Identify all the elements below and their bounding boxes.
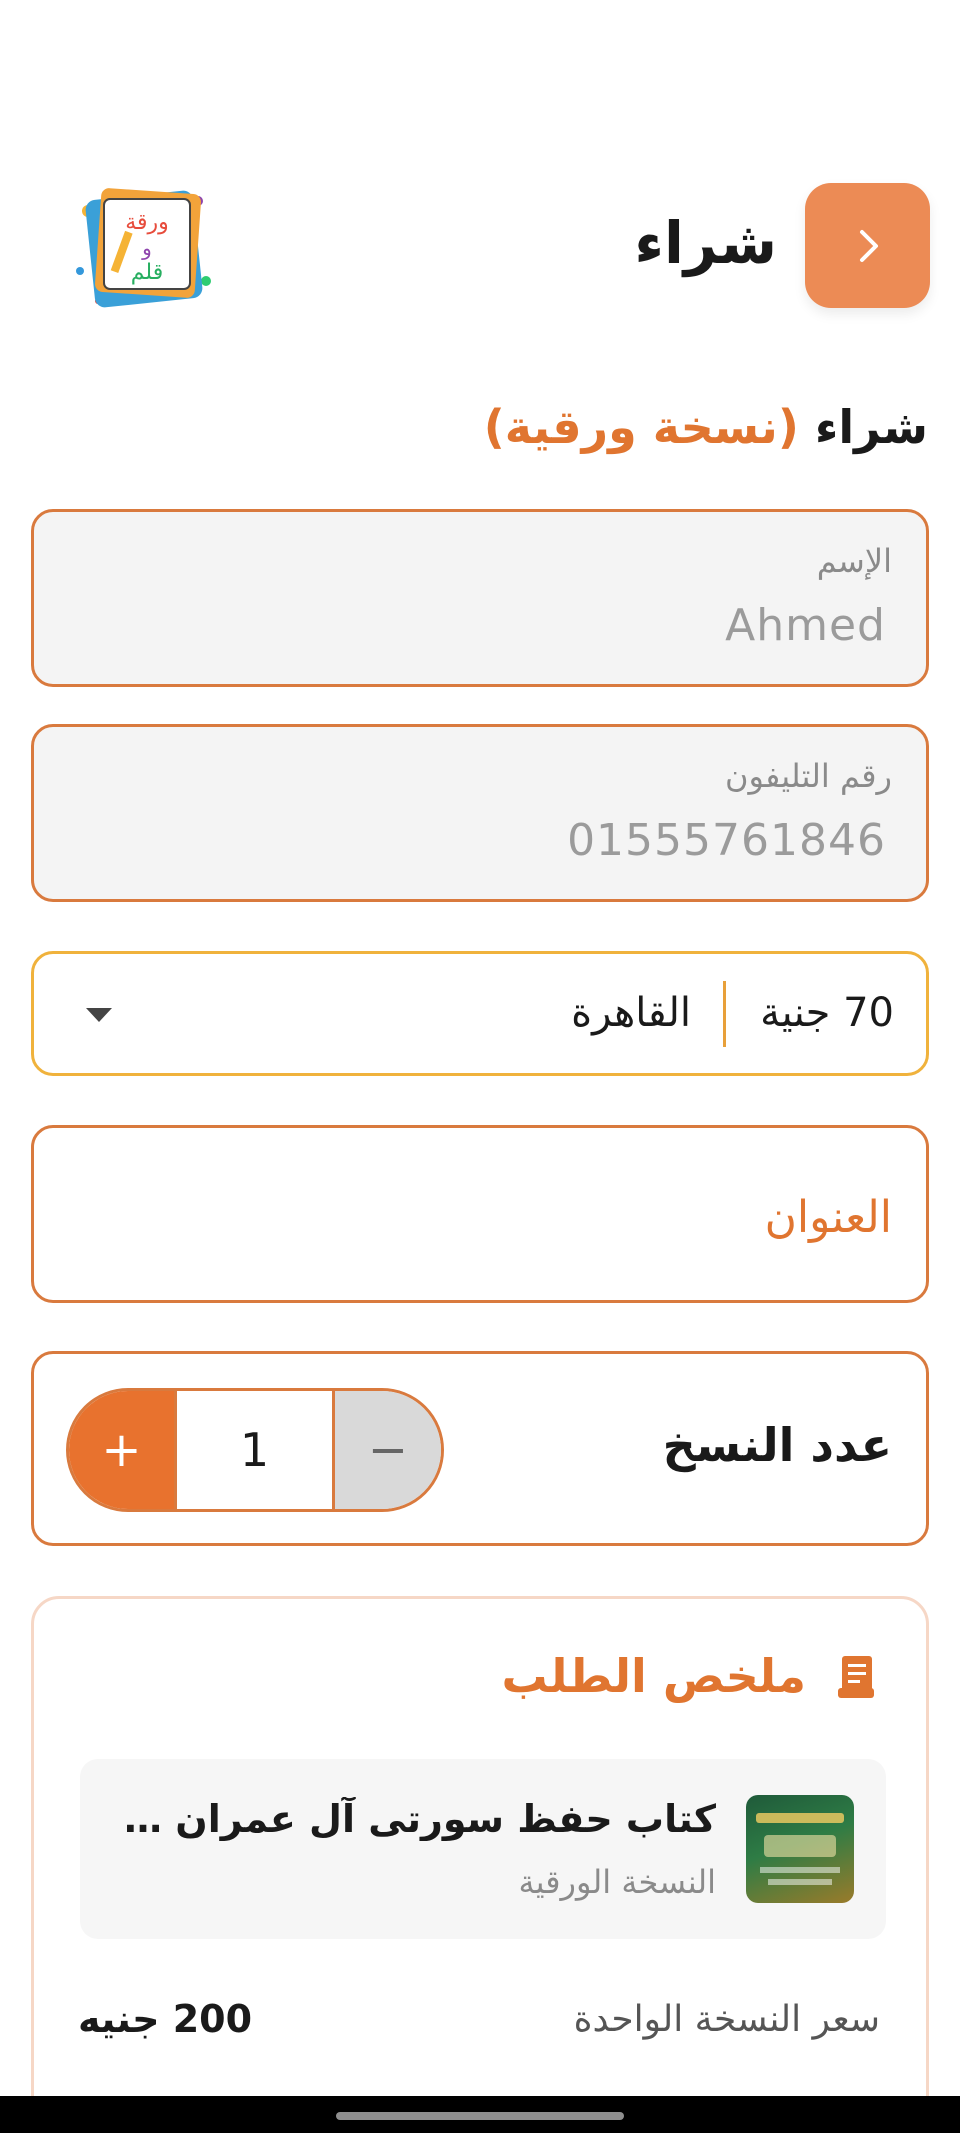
summary-title: ملخص الطلب [501, 1649, 806, 1703]
name-value: Ahmed [725, 600, 886, 651]
order-summary: ملخص الطلب كتاب حفظ سورتى آل عمران والنس… [31, 1596, 929, 2133]
section-title-highlight: (نسخة ورقية) [483, 400, 799, 454]
item-type: النسخة الورقية [518, 1863, 716, 1901]
home-gesture-handle[interactable] [336, 2112, 624, 2120]
chevron-down-icon [86, 1008, 112, 1022]
item-name: كتاب حفظ سورتى آل عمران والنساء [116, 1797, 716, 1841]
quantity-row: عدد النسخ + 1 − [31, 1351, 929, 1546]
svg-text:قلم: قلم [131, 260, 163, 285]
phone-value: 01555761846 [567, 815, 886, 866]
phone-label: رقم التليفون [725, 757, 892, 795]
phone-field[interactable]: رقم التليفون 01555761846 [31, 724, 929, 902]
address-label: العنوان [764, 1192, 892, 1243]
svg-text:و: و [141, 236, 152, 260]
unit-price-label: سعر النسخة الواحدة [573, 1999, 880, 2040]
back-button[interactable] [805, 183, 930, 308]
section-title: شراء (نسخة ورقية) [484, 400, 928, 454]
page-title: شراء [634, 209, 777, 277]
decrement-button[interactable]: − [335, 1391, 441, 1509]
system-nav-bar [0, 2096, 960, 2133]
city-select[interactable]: 70 جنية القاهرة [31, 951, 929, 1076]
increment-button[interactable]: + [69, 1391, 177, 1509]
name-label: الإسم [816, 542, 892, 580]
quantity-stepper[interactable]: + 1 − [66, 1388, 444, 1512]
unit-price-value: 200 جنيه [78, 1997, 253, 2041]
city-value: القاهرة [571, 990, 691, 1036]
svg-text:ورقة: ورقة [125, 210, 169, 235]
shipping-price: 70 جنية [760, 990, 894, 1036]
top-bar: شراء ورقة و قلم [0, 183, 960, 308]
quantity-label: عدد النسخ [662, 1418, 892, 1472]
section-title-main: شراء [814, 400, 928, 454]
select-divider [723, 981, 726, 1047]
order-item-card: كتاب حفظ سورتى آل عمران والنساء النسخة ا… [80, 1759, 886, 1939]
app-logo: ورقة و قلم [68, 171, 218, 321]
receipt-icon [838, 1656, 874, 1698]
book-cover-image [746, 1795, 854, 1903]
quantity-value: 1 [177, 1391, 335, 1509]
address-field[interactable]: العنوان [31, 1125, 929, 1303]
chevron-right-icon [859, 229, 878, 262]
name-field[interactable]: الإسم Ahmed [31, 509, 929, 687]
